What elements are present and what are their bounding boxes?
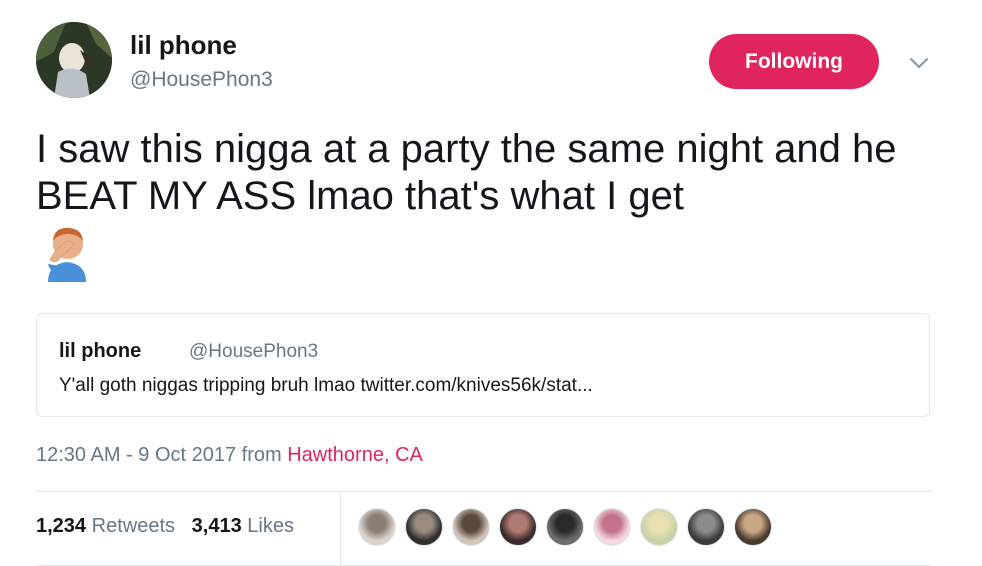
liker-avatar[interactable]: [687, 508, 725, 546]
likes-label: Likes: [247, 515, 294, 537]
liker-avatar[interactable]: [734, 508, 772, 546]
divider: [36, 491, 932, 492]
retweets-count: 1,234: [36, 515, 87, 537]
liker-avatar[interactable]: [593, 508, 631, 546]
chevron-down-icon[interactable]: [906, 52, 932, 74]
location-link[interactable]: Hawthorne, CA: [287, 444, 423, 466]
liker-avatar[interactable]: [452, 508, 490, 546]
quoted-text: Y'all goth niggas tripping bruh lmao twi…: [59, 375, 593, 396]
user-handle[interactable]: @HousePhon3: [130, 68, 273, 92]
liker-avatars: [358, 508, 781, 546]
following-button[interactable]: Following: [709, 34, 879, 89]
timestamp-date[interactable]: 12:30 AM - 9 Oct 2017 from: [36, 444, 287, 466]
liker-avatar[interactable]: [640, 508, 678, 546]
quoted-handle: @HousePhon3: [189, 341, 319, 362]
tweet-timestamp: 12:30 AM - 9 Oct 2017 from Hawthorne, CA: [36, 444, 423, 467]
liker-avatar[interactable]: [405, 508, 443, 546]
likes-stat[interactable]: 3,413 Likes: [192, 515, 294, 537]
retweets-label: Retweets: [91, 515, 175, 537]
profile-avatar[interactable]: [36, 22, 112, 98]
facepalm-emoji: [44, 224, 90, 282]
liker-avatar[interactable]: [546, 508, 584, 546]
quoted-display-name: lil phone: [59, 340, 142, 362]
tweet-text: I saw this nigga at a party the same nig…: [36, 127, 897, 218]
liker-avatar[interactable]: [499, 508, 537, 546]
stats-divider: [340, 492, 341, 566]
liker-avatar[interactable]: [358, 508, 396, 546]
tweet-stats: 1,234 Retweets 3,413 Likes: [36, 515, 294, 538]
quoted-tweet-card[interactable]: lil phone @HousePhon3 Y'all goth niggas …: [36, 313, 930, 417]
display-name[interactable]: lil phone: [130, 30, 237, 61]
likes-count: 3,413: [191, 515, 242, 537]
retweets-stat[interactable]: 1,234 Retweets: [36, 515, 175, 537]
